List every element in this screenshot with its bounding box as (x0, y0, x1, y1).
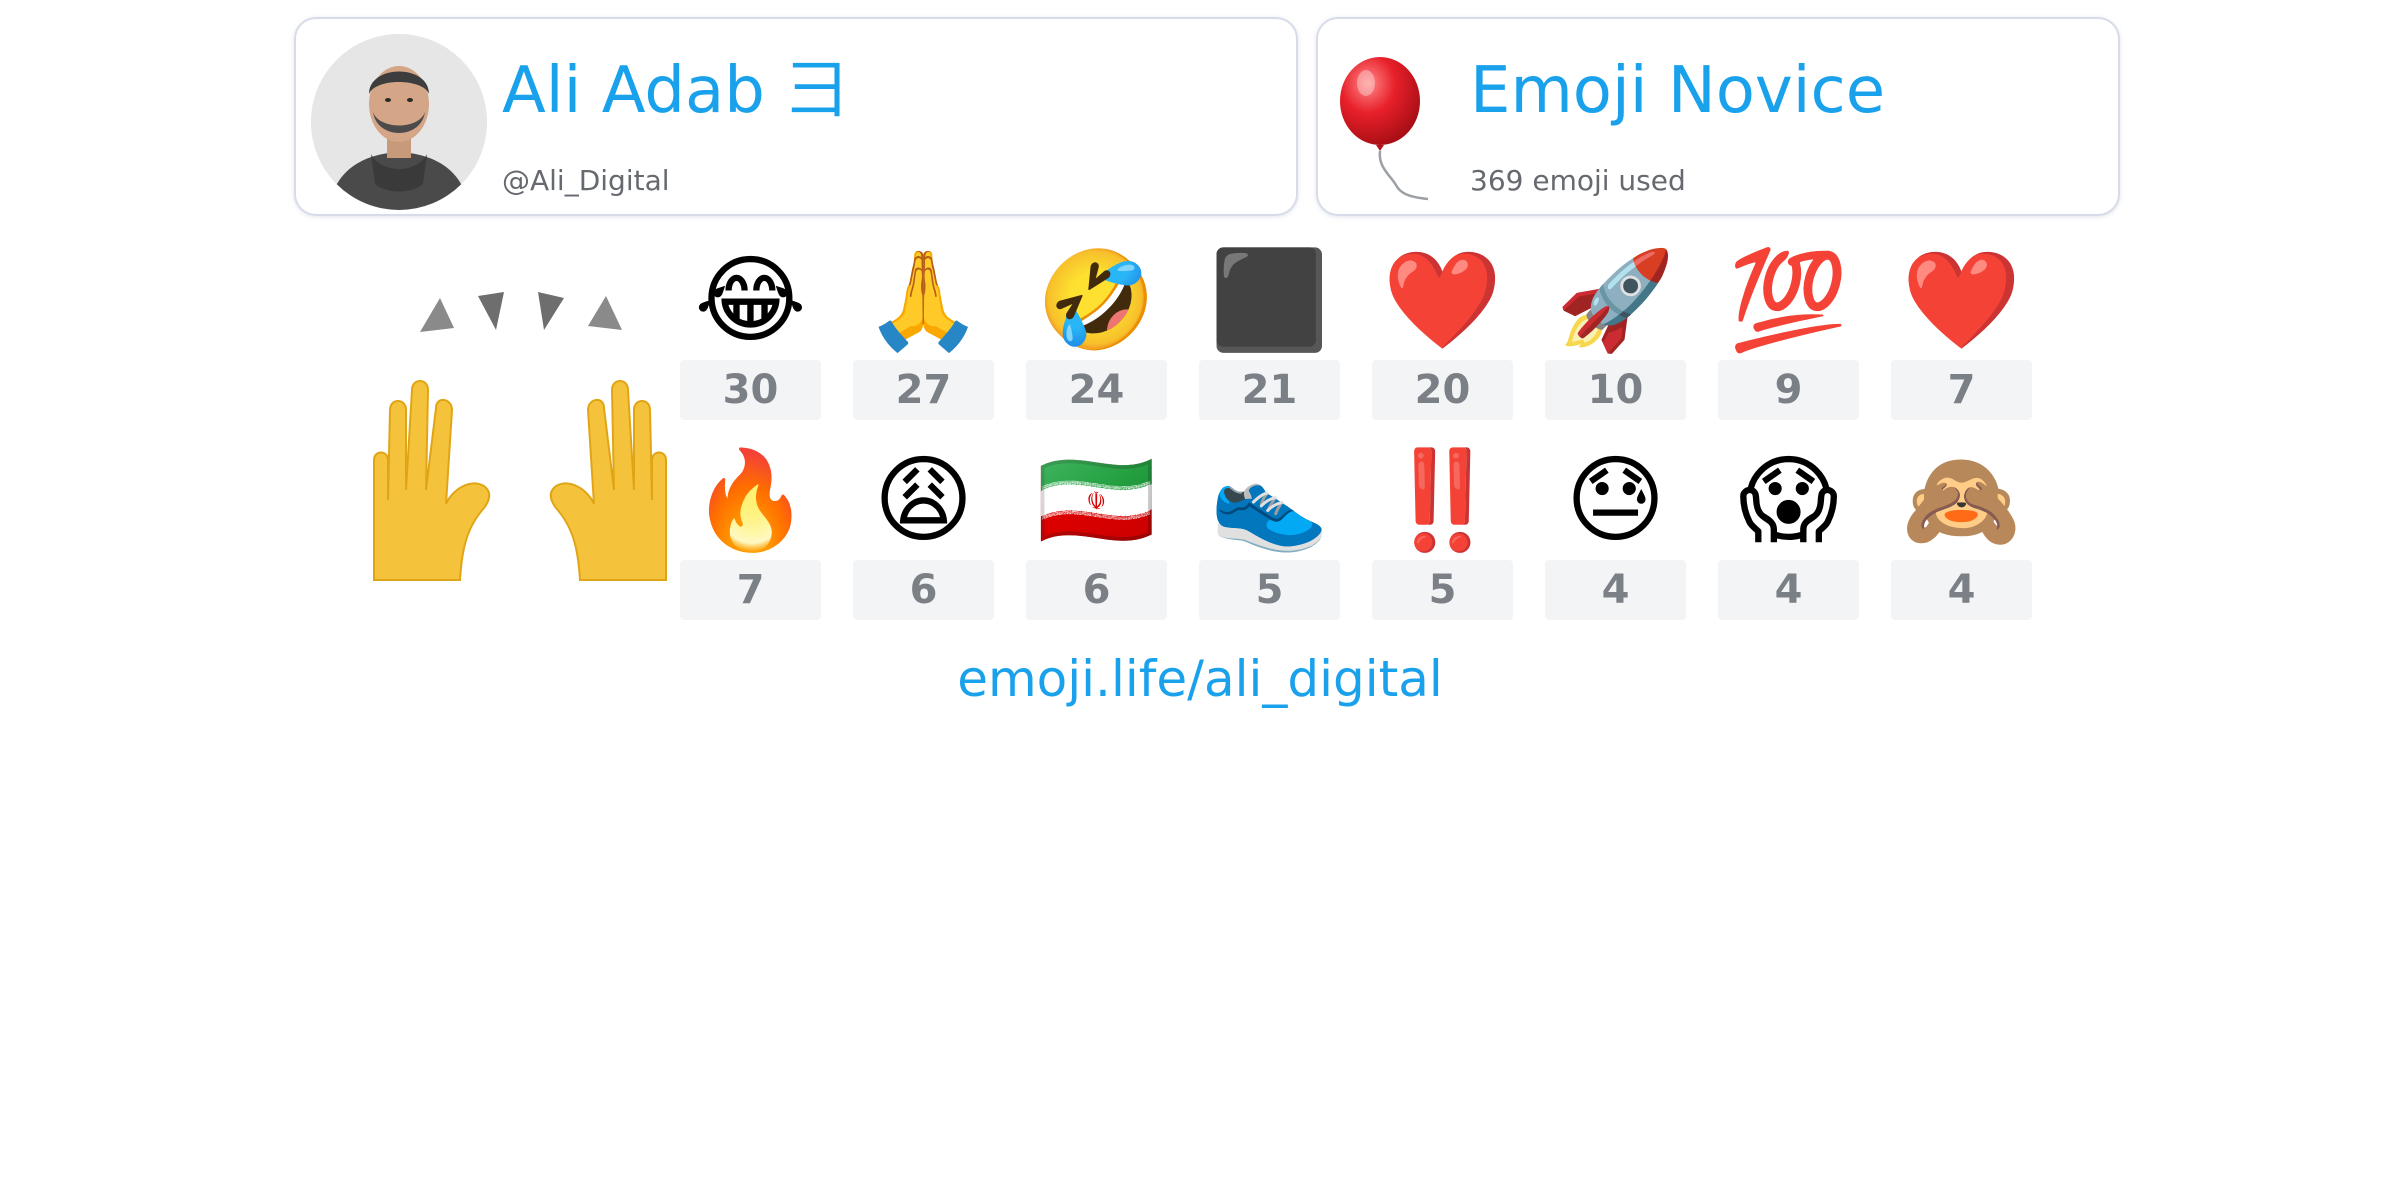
emoji-tile[interactable]: 🙈 4 (1891, 438, 2032, 638)
emoji-tile[interactable]: 😱 4 (1718, 438, 1859, 638)
profile-link[interactable]: emoji.life/ali_digital (0, 650, 2400, 708)
emoji-glyph: 😱 (1738, 444, 1839, 556)
emoji-glyph: 😩 (873, 444, 974, 556)
emoji-tile[interactable]: 🚀 10 (1545, 238, 1686, 438)
emoji-glyph: ❤️ (1901, 244, 2022, 356)
rank-card: Emoji Novice 369 emoji used (1316, 17, 2120, 216)
emoji-glyph: 💯 (1728, 244, 1849, 356)
emoji-tile[interactable]: 🇮🇷 6 (1026, 438, 1167, 638)
emoji-glyph: ⬛ (1209, 244, 1330, 356)
user-handle[interactable]: @Ali_Digital (502, 167, 670, 195)
emoji-tile[interactable]: 🔥 7 (680, 438, 821, 638)
emoji-glyph: 🙏 (863, 244, 984, 356)
emoji-used-count: 369 emoji used (1470, 164, 1686, 197)
emoji-tile[interactable]: 😂 30 (680, 238, 821, 438)
emoji-tile[interactable]: ❤️ 20 (1372, 238, 1513, 438)
emoji-count: 4 (1545, 560, 1686, 620)
emoji-tile[interactable]: 😓 4 (1545, 438, 1686, 638)
user-display-name: Ali Adab ⺕ (502, 54, 850, 128)
rank-title: Emoji Novice (1470, 54, 1886, 128)
emoji-tile[interactable]: 💯 9 (1718, 238, 1859, 438)
emoji-count: 24 (1026, 360, 1167, 420)
raising-hands-icon (373, 292, 667, 581)
emoji-count: 21 (1199, 360, 1340, 420)
emoji-count: 6 (853, 560, 994, 620)
emoji-count: 7 (680, 560, 821, 620)
emoji-count: 4 (1891, 560, 2032, 620)
emoji-count: 20 (1372, 360, 1513, 420)
emoji-count: 5 (1372, 560, 1513, 620)
emoji-count: 9 (1718, 360, 1859, 420)
emoji-tile[interactable]: 👟 5 (1199, 438, 1340, 638)
emoji-tile[interactable]: ⬛ 21 (1199, 238, 1340, 438)
balloon-icon (1340, 57, 1429, 201)
emoji-glyph: ‼️ (1382, 444, 1503, 556)
emoji-glyph: 🙈 (1901, 444, 2022, 556)
top-emoji-grid: 😂 30 🙏 27 🤣 24 ⬛ 21 ❤️ 20 🚀 10 💯 9 ❤️ 7 🔥 7 😩 6 🇮🇷… (680, 238, 2032, 638)
emoji-count: 27 (853, 360, 994, 420)
profile-card: Ali Adab ⺕ @Ali_Digital (294, 17, 1298, 216)
emoji-tile[interactable]: ‼️ 5 (1372, 438, 1513, 638)
emoji-glyph: 👟 (1209, 444, 1330, 556)
emoji-glyph: 😓 (1565, 444, 1666, 556)
avatar-photo-icon (311, 34, 487, 210)
emoji-count: 5 (1199, 560, 1340, 620)
emoji-tile[interactable]: ❤️ 7 (1891, 238, 2032, 438)
emoji-count: 4 (1718, 560, 1859, 620)
emoji-count: 10 (1545, 360, 1686, 420)
avatar[interactable] (311, 34, 487, 210)
emoji-count: 6 (1026, 560, 1167, 620)
emoji-glyph: 🔥 (690, 444, 811, 556)
emoji-tile[interactable]: 😩 6 (853, 438, 994, 638)
featured-emoji (360, 280, 680, 600)
emoji-glyph: 🤣 (1036, 244, 1157, 356)
emoji-count: 7 (1891, 360, 2032, 420)
emoji-tile[interactable]: 🙏 27 (853, 238, 994, 438)
emoji-glyph: ❤️ (1382, 244, 1503, 356)
emoji-glyph: 🚀 (1555, 244, 1676, 356)
emoji-glyph: 😂 (694, 244, 807, 356)
emoji-count: 30 (680, 360, 821, 420)
emoji-glyph: 🇮🇷 (1036, 444, 1157, 556)
emoji-tile[interactable]: 🤣 24 (1026, 238, 1167, 438)
